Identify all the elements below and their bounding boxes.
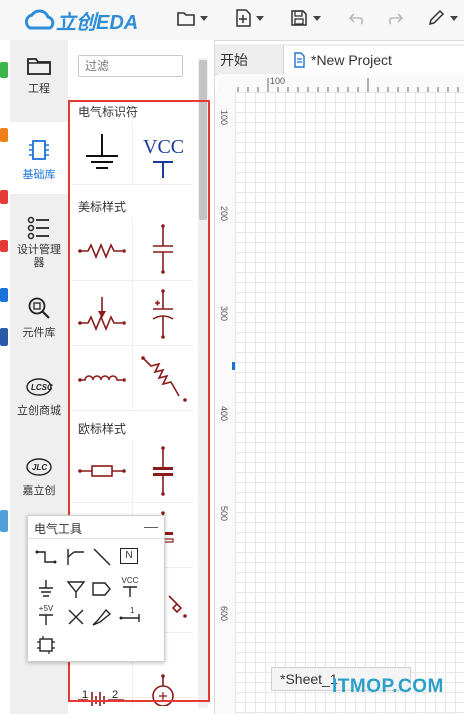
svg-text:JLC: JLC	[32, 463, 47, 472]
schematic-canvas[interactable]	[235, 92, 464, 714]
section-title-electrical-identifiers: 电气标识符	[78, 105, 139, 119]
palette-title: 电气工具	[34, 522, 83, 536]
vcc-bar-icon	[153, 161, 173, 178]
power-tool[interactable]: +5V	[34, 604, 58, 626]
chevron-down-icon	[450, 15, 458, 21]
redo-icon[interactable]	[385, 11, 403, 25]
resistor-diagonal-icon	[141, 356, 187, 402]
no-connect-tool-icon[interactable]	[64, 606, 88, 628]
electrical-tools-palette[interactable]: 电气工具 — N VCC +5V 1	[27, 515, 165, 662]
folder-icon	[177, 12, 195, 26]
list-tree-icon	[27, 216, 49, 240]
left-edge-strip	[0, 40, 10, 714]
minimize-button[interactable]: —	[144, 518, 158, 534]
inductor-icon	[78, 375, 126, 382]
polarized-capacitor-icon	[152, 289, 174, 339]
palette-header[interactable]: 电气工具 —	[28, 516, 164, 539]
lcsc-logo-icon: LCSC	[26, 378, 53, 396]
nav-item-basic-library[interactable]: 基础库	[10, 122, 68, 194]
app-logo[interactable]: 立创EDA	[56, 6, 138, 35]
iec-capacitor-symbol[interactable]	[132, 440, 193, 503]
save-icon	[291, 10, 307, 26]
nav-item-project[interactable]: 工程	[10, 54, 68, 114]
net-label-tool[interactable]: N	[120, 548, 138, 564]
ground-symbol[interactable]	[72, 122, 132, 185]
nav-label: 元件库	[22, 327, 56, 339]
chip-icon	[29, 140, 49, 160]
bus-tool[interactable]: 1	[118, 606, 142, 628]
nav-item-jlc[interactable]: JLC 嘉立创	[10, 456, 68, 506]
resistor-diagonal-symbol[interactable]	[132, 348, 193, 411]
ac-source-symbol[interactable]	[132, 670, 193, 707]
ruler-ticks	[237, 78, 459, 92]
battery-symbol[interactable]: 12	[72, 670, 132, 708]
capacitor-icon	[153, 224, 173, 274]
component-search-icon	[28, 297, 50, 319]
vertical-ruler: 100 200 300 400 500 600	[215, 92, 236, 714]
ground-tool-icon[interactable]	[34, 578, 58, 600]
filter-input[interactable]	[78, 55, 183, 77]
svg-text:LCSC: LCSC	[31, 383, 53, 392]
polarized-capacitor-symbol[interactable]	[132, 283, 193, 346]
potentiometer-symbol[interactable]	[72, 283, 132, 346]
iec-capacitor-icon	[153, 446, 173, 496]
nav-label: 设计管理器	[17, 244, 61, 269]
tab-label: *New Project	[311, 52, 392, 68]
nav-label: 立创商城	[17, 405, 61, 417]
pencil-icon	[428, 9, 445, 26]
battery-icon: 12	[78, 689, 124, 708]
horizontal-ruler: 100	[218, 74, 464, 93]
new-file-icon	[236, 9, 251, 27]
ac-source-icon	[152, 674, 174, 707]
nav-label: 工程	[28, 83, 50, 95]
schematic-file-icon	[294, 52, 305, 68]
ground-icon	[86, 134, 118, 169]
vcc-bar-icon	[123, 586, 137, 597]
section-title-ansi-style: 美标样式	[78, 200, 127, 214]
library-scrollbar-thumb[interactable]	[199, 60, 207, 220]
undo-icon[interactable]	[349, 11, 367, 25]
watermark-text: ITMOP.COM	[332, 676, 444, 697]
tab-start[interactable]: 开始	[220, 46, 248, 74]
chevron-down-icon	[256, 15, 264, 21]
inductor-symbol[interactable]	[72, 348, 132, 411]
component-box-tool-icon[interactable]	[34, 634, 58, 656]
vcc-symbol[interactable]: VCC	[132, 122, 193, 185]
net-port-tool-icon[interactable]	[64, 578, 88, 600]
nav-item-design-manager[interactable]: 设计管理器	[10, 216, 68, 282]
potentiometer-icon	[78, 297, 126, 332]
jlc-logo-icon: JLC	[26, 458, 52, 476]
probe-tool-icon[interactable]	[90, 606, 114, 628]
save-menu-button[interactable]	[290, 6, 321, 30]
nav-item-lcsc-mall[interactable]: LCSC 立创商城	[10, 376, 68, 426]
wire-tool-icon[interactable]	[34, 546, 58, 568]
edit-menu-button[interactable]	[427, 6, 458, 30]
ruler-tick-label: 100	[270, 76, 286, 86]
folder-icon	[27, 58, 51, 75]
iec-resistor-icon	[78, 465, 126, 477]
bus-entry-tool-icon[interactable]	[64, 546, 88, 568]
nav-item-component-library[interactable]: 元件库	[10, 296, 68, 346]
net-flag-tool-icon[interactable]	[90, 578, 114, 600]
chevron-down-icon	[313, 15, 321, 21]
resistor-symbol[interactable]	[72, 218, 132, 281]
nav-label: 嘉立创	[22, 485, 56, 497]
iec-resistor-symbol[interactable]	[72, 440, 132, 503]
power-bar-icon	[39, 614, 53, 625]
bus-tool-label: 1	[130, 606, 135, 615]
power-tool-label: +5V	[38, 604, 54, 613]
nav-label: 基础库	[22, 169, 56, 181]
line-tool-icon[interactable]	[90, 546, 114, 568]
resistor-icon	[78, 242, 126, 260]
folder-menu-button[interactable]	[177, 6, 208, 30]
section-title-iec-style: 欧标样式	[78, 422, 127, 436]
vcc-tool-label: VCC	[121, 576, 139, 585]
tab-new-project[interactable]: *New Project	[283, 46, 464, 74]
vcc-tool[interactable]: VCC	[118, 576, 142, 598]
chevron-down-icon	[200, 15, 208, 21]
cloud-logo-icon	[24, 9, 55, 30]
new-menu-button[interactable]	[235, 6, 264, 30]
capacitor-symbol[interactable]	[132, 218, 193, 281]
